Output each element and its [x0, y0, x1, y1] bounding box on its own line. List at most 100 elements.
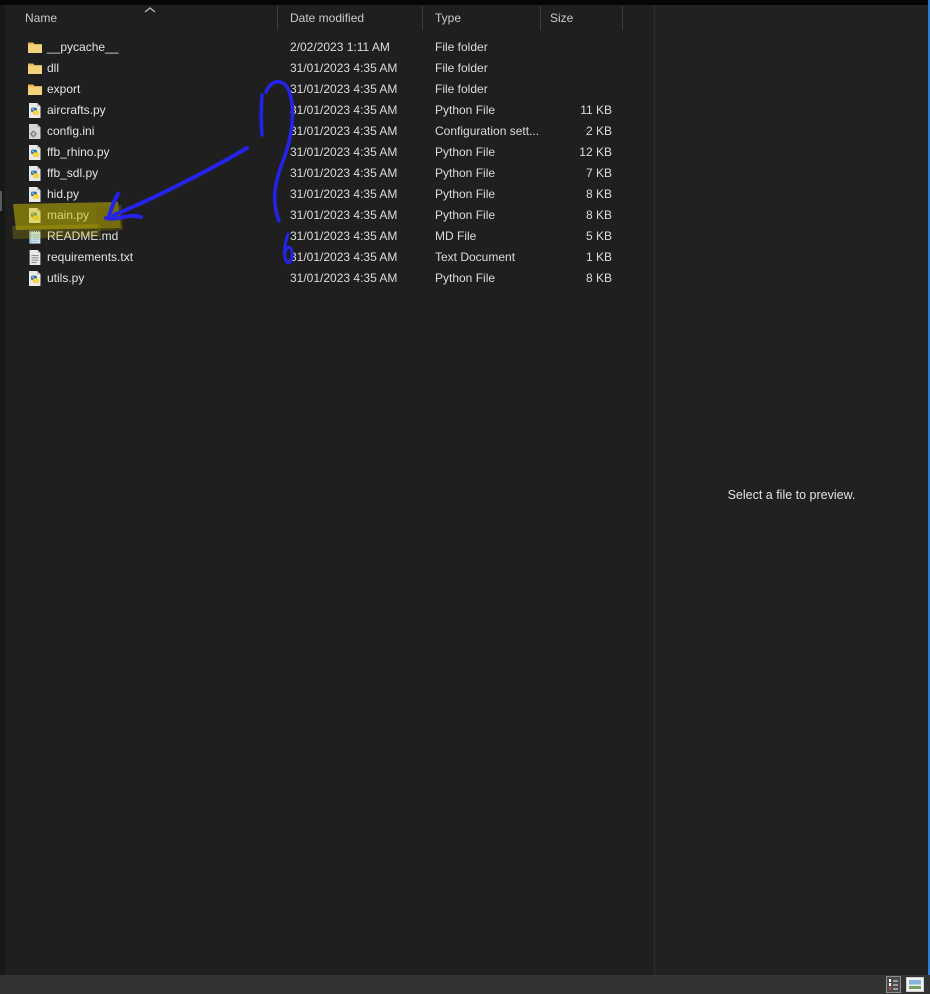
file-explorer-window: Name Date modified Type Size __pycache__…	[0, 0, 930, 994]
file-size-cell: 12 KB	[579, 145, 612, 159]
thumbnail-view-icon	[909, 980, 921, 989]
file-name: utils.py	[47, 271, 85, 285]
file-list-pane: Name Date modified Type Size __pycache__…	[5, 5, 654, 975]
file-row[interactable]: config.ini 31/01/2023 4:35 AM Configurat…	[5, 121, 654, 142]
notebook-file-icon	[28, 229, 42, 244]
folder-icon	[28, 40, 42, 55]
file-name: dll	[47, 61, 60, 75]
file-date-cell: 31/01/2023 4:35 AM	[290, 124, 398, 138]
file-name: ffb_sdl.py	[47, 166, 99, 180]
file-name-cell: README.md	[5, 226, 285, 247]
file-date-cell: 31/01/2023 4:35 AM	[290, 103, 398, 117]
text-file-icon	[28, 250, 42, 265]
file-size-cell: 7 KB	[585, 166, 612, 180]
file-type-cell: Python File	[435, 103, 496, 117]
file-size-cell: 11 KB	[580, 103, 612, 117]
file-row[interactable]: utils.py 31/01/2023 4:35 AM Python File …	[5, 268, 654, 289]
status-bar	[0, 975, 930, 994]
file-date-cell: 31/01/2023 4:35 AM	[290, 187, 398, 201]
python-file-icon	[28, 187, 42, 202]
file-name-cell: config.ini	[5, 121, 285, 142]
preview-placeholder-text: Select a file to preview.	[727, 488, 856, 502]
file-row[interactable]: hid.py 31/01/2023 4:35 AM Python File 8 …	[5, 184, 654, 205]
scrollbar-thumb[interactable]	[0, 191, 2, 211]
ini-file-icon	[28, 124, 42, 139]
file-name-cell: utils.py	[5, 268, 285, 289]
thumbnail-view-button[interactable]	[906, 977, 924, 992]
file-name: requirements.txt	[47, 250, 134, 264]
file-type-cell: Text Document	[435, 250, 516, 264]
file-type-cell: Python File	[435, 271, 496, 285]
preview-pane: Select a file to preview.	[655, 5, 928, 975]
file-name-cell: ffb_sdl.py	[5, 163, 285, 184]
file-name: export	[47, 82, 81, 96]
column-header-size[interactable]: Size	[540, 5, 617, 31]
folder-icon	[28, 61, 42, 76]
file-name: ffb_rhino.py	[47, 145, 110, 159]
file-name: README.md	[47, 229, 119, 243]
file-date-cell: 31/01/2023 4:35 AM	[290, 82, 398, 96]
column-separator[interactable]	[277, 6, 278, 30]
file-type-cell: Python File	[435, 166, 496, 180]
file-row[interactable]: requirements.txt 31/01/2023 4:35 AM Text…	[5, 247, 654, 268]
python-file-icon	[28, 103, 42, 118]
file-name: aircrafts.py	[47, 103, 106, 117]
file-row[interactable]: __pycache__ 2/02/2023 1:11 AM File folde…	[5, 37, 654, 58]
file-size-cell: 8 KB	[585, 271, 612, 285]
file-type-cell: Python File	[435, 187, 496, 201]
file-row[interactable]: ffb_sdl.py 31/01/2023 4:35 AM Python Fil…	[5, 163, 654, 184]
file-name-cell: export	[5, 79, 285, 100]
column-header-row: Name Date modified Type Size	[5, 5, 654, 31]
file-name-cell: __pycache__	[5, 37, 285, 58]
file-date-cell: 2/02/2023 1:11 AM	[290, 40, 390, 54]
file-rows-container: __pycache__ 2/02/2023 1:11 AM File folde…	[5, 37, 654, 289]
file-row[interactable]: main.py 31/01/2023 4:35 AM Python File 8…	[5, 205, 654, 226]
python-file-icon	[28, 271, 42, 286]
file-type-cell: Python File	[435, 208, 496, 222]
file-size-cell: 8 KB	[585, 187, 612, 201]
file-date-cell: 31/01/2023 4:35 AM	[290, 271, 398, 285]
file-type-cell: File folder	[435, 40, 488, 54]
file-name-cell: main.py	[5, 205, 285, 226]
details-view-button[interactable]	[886, 976, 901, 993]
file-row[interactable]: aircrafts.py 31/01/2023 4:35 AM Python F…	[5, 100, 654, 121]
file-size-cell: 8 KB	[585, 208, 612, 222]
file-size-cell: 5 KB	[585, 229, 612, 243]
file-name: hid.py	[47, 187, 80, 201]
file-date-cell: 31/01/2023 4:35 AM	[290, 61, 398, 75]
file-type-cell: File folder	[435, 82, 488, 96]
column-header-type[interactable]: Type	[428, 5, 540, 31]
file-type-cell: Configuration sett...	[435, 124, 540, 138]
file-name: __pycache__	[47, 40, 119, 54]
file-date-cell: 31/01/2023 4:35 AM	[290, 250, 398, 264]
folder-icon	[28, 82, 42, 97]
python-file-icon	[28, 145, 42, 160]
file-name-cell: ffb_rhino.py	[5, 142, 285, 163]
file-type-cell: File folder	[435, 61, 488, 75]
file-date-cell: 31/01/2023 4:35 AM	[290, 208, 398, 222]
file-row[interactable]: ffb_rhino.py 31/01/2023 4:35 AM Python F…	[5, 142, 654, 163]
file-row[interactable]: README.md 31/01/2023 4:35 AM MD File 5 K…	[5, 226, 654, 247]
file-type-cell: Python File	[435, 145, 496, 159]
file-row[interactable]: dll 31/01/2023 4:35 AM File folder	[5, 58, 654, 79]
column-separator[interactable]	[540, 6, 541, 30]
file-size-cell: 1 KB	[585, 250, 612, 264]
python-file-icon	[28, 208, 42, 223]
column-header-date-modified[interactable]: Date modified	[285, 5, 428, 31]
file-type-cell: MD File	[435, 229, 477, 243]
file-name-cell: hid.py	[5, 184, 285, 205]
file-name-cell: aircrafts.py	[5, 100, 285, 121]
column-separator[interactable]	[622, 6, 623, 30]
file-date-cell: 31/01/2023 4:35 AM	[290, 145, 398, 159]
file-name: main.py	[47, 208, 90, 222]
file-date-cell: 31/01/2023 4:35 AM	[290, 166, 398, 180]
file-name: config.ini	[47, 124, 95, 138]
file-date-cell: 31/01/2023 4:35 AM	[290, 229, 398, 243]
sort-ascending-icon	[143, 3, 157, 13]
file-size-cell: 2 KB	[585, 124, 612, 138]
file-row[interactable]: export 31/01/2023 4:35 AM File folder	[5, 79, 654, 100]
file-name-cell: dll	[5, 58, 285, 79]
column-separator[interactable]	[422, 6, 423, 30]
python-file-icon	[28, 166, 42, 181]
file-name-cell: requirements.txt	[5, 247, 285, 268]
